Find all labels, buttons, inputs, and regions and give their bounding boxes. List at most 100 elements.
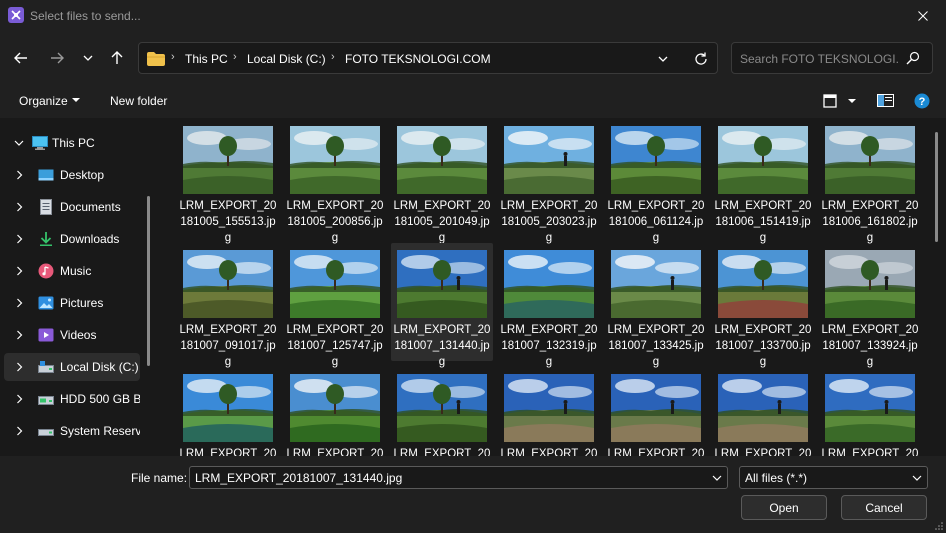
dialog-footer: File name: All files (*.*) Open Cancel <box>0 456 946 533</box>
arrow-left-icon <box>14 52 27 64</box>
file-name: LRM_EXPORT_20181005_200856.jpg <box>286 200 384 244</box>
preview-pane-button[interactable] <box>877 94 895 108</box>
cancel-button[interactable]: Cancel <box>841 495 927 520</box>
file-name-label: File name: <box>131 471 188 485</box>
file-thumbnail <box>290 126 380 194</box>
file-item[interactable]: LRM_EXPORT_20181007_132319.jpg <box>498 243 600 368</box>
chevron-right-icon <box>17 330 23 340</box>
sidebar-item-documents[interactable]: Documents <box>4 193 140 221</box>
file-item[interactable]: LRM_EXPORT_20181007_.jpg <box>391 367 493 456</box>
file-name: LRM_EXPORT_20181007_091017.jpg <box>179 324 277 368</box>
file-name-input[interactable] <box>195 470 695 486</box>
file-item[interactable]: LRM_EXPORT_20181006_061124.jpg <box>605 119 707 244</box>
sidebar-item-downloads[interactable]: Downloads <box>4 225 140 253</box>
file-name: LRM_EXPORT_20181007_.jpg <box>393 448 491 456</box>
file-item[interactable]: LRM_EXPORT_20181007_.jpg <box>177 367 279 456</box>
close-button[interactable] <box>900 0 946 32</box>
search-input[interactable] <box>740 51 900 67</box>
file-name: LRM_EXPORT_20181007_.jpg <box>714 448 812 456</box>
file-name: LRM_EXPORT_20181007_.jpg <box>607 448 705 456</box>
chevron-down-icon[interactable] <box>712 474 722 482</box>
file-name: LRM_EXPORT_20181007_.jpg <box>179 448 277 456</box>
file-name: LRM_EXPORT_20181007_133700.jpg <box>714 324 812 368</box>
sidebar-item-hdd[interactable]: HDD 500 GB BA <box>4 385 140 413</box>
chevron-right-icon <box>17 298 23 308</box>
file-type-select[interactable]: All files (*.*) <box>739 466 928 489</box>
file-name-combobox[interactable] <box>189 466 728 489</box>
sidebar-item-videos[interactable]: Videos <box>4 321 140 349</box>
file-name: LRM_EXPORT_20181007_133425.jpg <box>607 324 705 368</box>
file-item[interactable]: LRM_EXPORT_20181006_151419.jpg <box>712 119 814 244</box>
file-item[interactable]: LRM_EXPORT_20181007_.jpg <box>819 367 921 456</box>
file-name: LRM_EXPORT_20181007_131440.jpg <box>393 324 491 368</box>
refresh-icon <box>695 52 707 65</box>
sidebar-item-system-reserved[interactable]: System Reserve <box>4 417 140 445</box>
file-thumbnail <box>397 374 487 442</box>
file-name: LRM_EXPORT_20181006_161802.jpg <box>821 200 919 244</box>
file-item[interactable]: LRM_EXPORT_20181007_133425.jpg <box>605 243 707 368</box>
file-item[interactable]: LRM_EXPORT_20181007_.jpg <box>498 367 600 456</box>
file-thumbnail <box>504 374 594 442</box>
chevron-right-icon <box>17 170 23 180</box>
music-icon <box>38 263 54 279</box>
file-item[interactable]: LRM_EXPORT_20181007_125747.jpg <box>284 243 386 368</box>
back-button[interactable] <box>10 47 32 69</box>
organize-button[interactable]: Organize <box>19 94 68 108</box>
file-item[interactable]: LRM_EXPORT_20181005_201049.jpg <box>391 119 493 244</box>
file-thumbnail <box>290 374 380 442</box>
folder-icon <box>147 52 165 66</box>
help-button[interactable]: ? <box>914 93 930 109</box>
address-dropdown-button[interactable] <box>655 51 671 67</box>
file-item[interactable]: LRM_EXPORT_20181005_155513.jpg <box>177 119 279 244</box>
file-thumbnail <box>504 250 594 318</box>
refresh-button[interactable] <box>691 49 711 69</box>
chevron-down-icon <box>83 55 93 61</box>
sidebar-item-this-pc[interactable]: This PC <box>4 129 140 157</box>
forward-button[interactable] <box>46 47 68 69</box>
file-item[interactable]: LRM_EXPORT_20181005_203023.jpg <box>498 119 600 244</box>
new-folder-button[interactable]: New folder <box>110 94 167 108</box>
file-item[interactable]: LRM_EXPORT_20181007_133700.jpg <box>712 243 814 368</box>
file-item[interactable]: LRM_EXPORT_20181007_.jpg <box>712 367 814 456</box>
breadcrumb-item-folder[interactable]: FOTO TEKSNOLOGI.COM <box>345 52 491 66</box>
file-item[interactable]: LRM_EXPORT_20181006_161802.jpg <box>819 119 921 244</box>
file-thumbnail <box>504 126 594 194</box>
open-button[interactable]: Open <box>741 495 827 520</box>
file-item[interactable]: LRM_EXPORT_20181007_.jpg <box>284 367 386 456</box>
file-thumbnail <box>718 250 808 318</box>
recent-locations-button[interactable] <box>77 47 99 69</box>
file-item[interactable]: LRM_EXPORT_20181007_131440.jpg <box>391 243 493 368</box>
file-item[interactable]: LRM_EXPORT_20181007_.jpg <box>605 367 707 456</box>
up-button[interactable] <box>106 47 128 69</box>
file-thumbnail <box>718 374 808 442</box>
content-scrollbar[interactable] <box>935 132 938 242</box>
chevron-right-icon <box>17 234 23 244</box>
search-box[interactable] <box>731 42 933 74</box>
file-item[interactable]: LRM_EXPORT_20181007_091017.jpg <box>177 243 279 368</box>
file-name: LRM_EXPORT_20181006_061124.jpg <box>607 200 705 244</box>
file-grid: LRM_EXPORT_20181005_155513.jpg LRM_EXPORT… <box>160 118 946 456</box>
file-thumbnail <box>290 250 380 318</box>
resize-grip-icon[interactable] <box>934 521 944 531</box>
file-name: LRM_EXPORT_20181007_.jpg <box>286 448 384 456</box>
chevron-right-icon: › <box>171 51 175 63</box>
sidebar-item-desktop[interactable]: Desktop <box>4 161 140 189</box>
file-name: LRM_EXPORT_20181005_201049.jpg <box>393 200 491 244</box>
chevron-down-icon <box>658 56 668 62</box>
navigation-pane: This PC Desktop Documents Downloads Musi… <box>0 118 158 456</box>
change-view-button[interactable] <box>823 94 859 110</box>
sidebar-item-music[interactable]: Music <box>4 257 140 285</box>
file-item[interactable]: LRM_EXPORT_20181007_133924.jpg <box>819 243 921 368</box>
sidebar-item-pictures[interactable]: Pictures <box>4 289 140 317</box>
downloads-icon <box>40 232 52 246</box>
address-bar: › This PC › Local Disk (C:) › FOTO TEKSN… <box>0 32 946 84</box>
file-name: LRM_EXPORT_20181006_151419.jpg <box>714 200 812 244</box>
file-item[interactable]: LRM_EXPORT_20181005_200856.jpg <box>284 119 386 244</box>
breadcrumb-item-this-pc[interactable]: This PC <box>185 52 228 66</box>
sidebar-scrollbar[interactable] <box>147 196 150 366</box>
window-title: Select files to send... <box>30 9 141 23</box>
file-thumbnail <box>611 126 701 194</box>
breadcrumb[interactable]: › This PC › Local Disk (C:) › FOTO TEKSN… <box>138 42 718 74</box>
breadcrumb-item-local-disk[interactable]: Local Disk (C:) <box>247 52 326 66</box>
sidebar-item-local-disk[interactable]: Local Disk (C:) <box>4 353 140 381</box>
